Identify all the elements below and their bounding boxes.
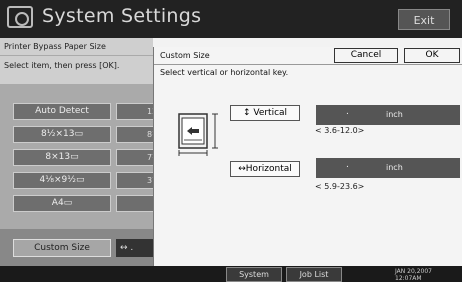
horizontal-value-field[interactable]: . inch bbox=[316, 158, 460, 178]
vertical-value-field[interactable]: . inch bbox=[316, 105, 460, 125]
custom-size-dialog: Custom Size Cancel OK Select vertical or… bbox=[153, 47, 462, 266]
vertical-range: < 3.6-12.0> bbox=[315, 126, 365, 135]
dialog-header: Custom Size Cancel OK bbox=[154, 47, 462, 65]
size-option-a4[interactable]: A4▭ bbox=[13, 195, 111, 212]
size-option-8.5x13[interactable]: 8½×13▭ bbox=[13, 126, 111, 143]
date: JAN 20,2007 bbox=[395, 268, 432, 275]
custom-size-row: Custom Size ↔ . bbox=[0, 229, 153, 266]
system-status-button[interactable]: System Status bbox=[226, 267, 282, 282]
dialog-title: Custom Size bbox=[160, 51, 210, 60]
cancel-button[interactable]: Cancel bbox=[334, 48, 398, 63]
size-option-auto-detect[interactable]: Auto Detect bbox=[13, 103, 111, 120]
horizontal-value: . bbox=[346, 160, 349, 170]
custom-size-value: ↔ . bbox=[116, 239, 153, 257]
time: 12:07AM bbox=[395, 275, 422, 282]
size-option-side[interactable] bbox=[116, 195, 153, 212]
horizontal-unit: inch bbox=[386, 163, 403, 172]
status-bar: System Status Job List JAN 20,2007 12:07… bbox=[0, 266, 462, 282]
job-list-button[interactable]: Job List bbox=[286, 267, 342, 282]
settings-app-icon bbox=[7, 6, 33, 28]
vertical-button[interactable]: ↕ Vertical bbox=[230, 105, 300, 121]
custom-size-button[interactable]: Custom Size bbox=[13, 239, 111, 257]
size-option-side[interactable]: 12 bbox=[116, 103, 157, 120]
vertical-value: . bbox=[346, 107, 349, 117]
size-option-side[interactable]: 8½ bbox=[116, 126, 160, 143]
left-panel: Printer Bypass Paper Size Select item, t… bbox=[0, 38, 160, 266]
panel-header: Printer Bypass Paper Size bbox=[0, 38, 153, 55]
app-title: System Settings bbox=[42, 5, 202, 27]
title-bar: System Settings Exit bbox=[0, 0, 462, 38]
horizontal-button[interactable]: ↔Horizontal bbox=[230, 161, 300, 177]
ok-button[interactable]: OK bbox=[404, 48, 460, 63]
size-option-side[interactable]: 7¼ bbox=[116, 149, 160, 166]
size-option-4.125x9.5[interactable]: 4⅛×9½▭ bbox=[13, 172, 111, 189]
paper-feed-icon bbox=[178, 113, 218, 156]
screen: System Settings Exit Printer Bypass Pape… bbox=[0, 0, 462, 282]
vertical-unit: inch bbox=[386, 110, 403, 119]
exit-button[interactable]: Exit bbox=[398, 9, 450, 30]
horizontal-range: < 5.9-23.6> bbox=[315, 182, 365, 191]
dialog-instruction: Select vertical or horizontal key. bbox=[160, 68, 289, 77]
panel-instruction: Select item, then press [OK]. bbox=[0, 56, 153, 84]
size-option-side[interactable]: 3⅞ bbox=[116, 172, 160, 189]
date-time: JAN 20,2007 12:07AM bbox=[395, 268, 432, 282]
size-option-8x13[interactable]: 8×13▭ bbox=[13, 149, 111, 166]
